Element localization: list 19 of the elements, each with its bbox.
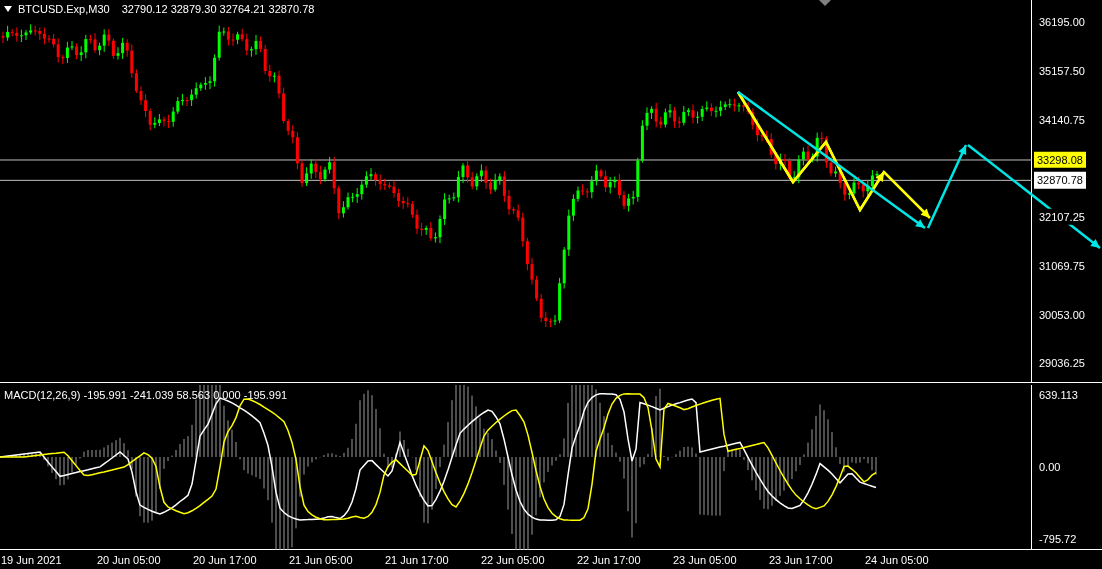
time-axis-label: 22 Jun 05:00 — [481, 553, 545, 568]
time-axis-label: 19 Jun 2021 — [1, 553, 62, 568]
price-axis-label: 32107.25 — [1039, 208, 1085, 225]
time-axis-label: 21 Jun 05:00 — [289, 553, 353, 568]
time-axis-label: 20 Jun 17:00 — [193, 553, 257, 568]
price-tag: 33298.08 — [1034, 151, 1086, 169]
macd-axis-label: 639.113 — [1039, 388, 1079, 403]
time-axis-label: 22 Jun 17:00 — [577, 553, 641, 568]
ohlc-values: 32790.12 32879.30 32764.21 32870.78 — [121, 2, 315, 17]
macd-axis-label: 0.00 — [1039, 459, 1062, 475]
price-tag: 32870.78 — [1034, 172, 1086, 189]
time-axis-label: 23 Jun 05:00 — [673, 553, 737, 568]
macd-header: MACD(12,26,9) -195.991 -241.039 58.563 0.000 -195.991 — [4, 388, 288, 403]
time-axis-label: 24 Jun 05:00 — [865, 553, 929, 568]
time-axis-label: 21 Jun 17:00 — [385, 553, 449, 568]
macd-axis-label: -795.72 — [1039, 531, 1078, 547]
time-axis-label: 20 Jun 05:00 — [97, 553, 161, 568]
time-axis-label: 23 Jun 17:00 — [769, 553, 833, 568]
symbol-label: BTCUSD.Exp,M30 — [18, 2, 110, 17]
